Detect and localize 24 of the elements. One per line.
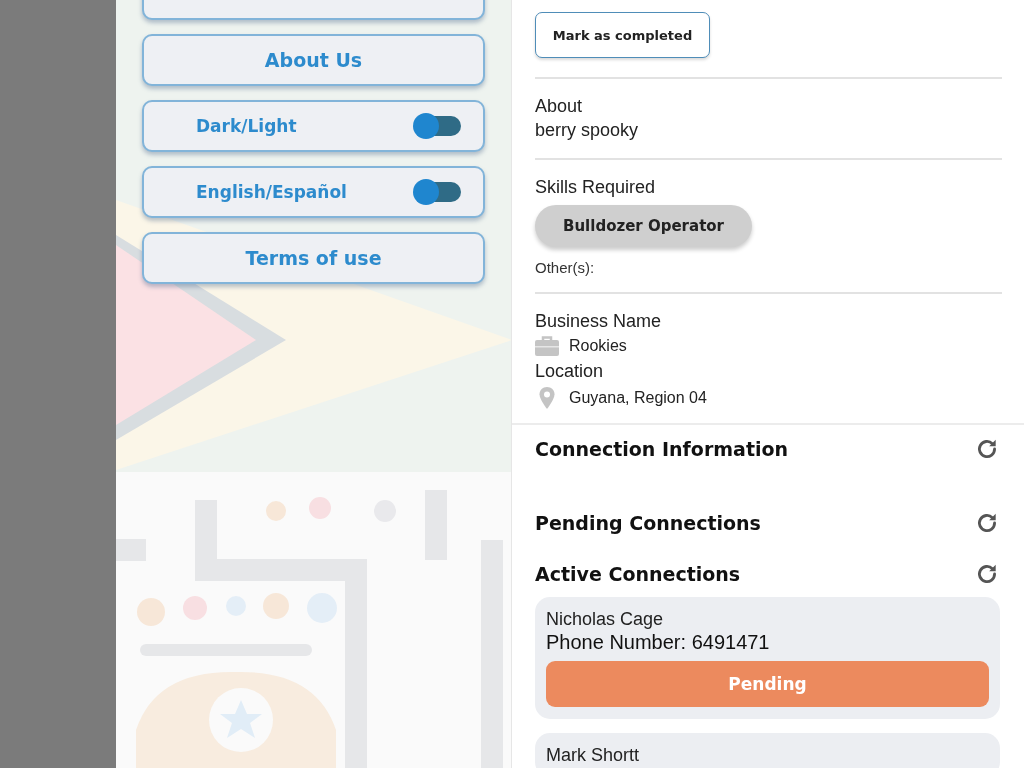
skill-chip: Bulldozer Operator bbox=[535, 205, 752, 247]
skills-label: Skills Required bbox=[535, 176, 657, 199]
menu-button[interactable]: About Us bbox=[142, 34, 485, 86]
pending-button[interactable]: Pending bbox=[546, 661, 989, 707]
toggle-switch[interactable] bbox=[415, 116, 461, 136]
toggle-switch[interactable] bbox=[415, 182, 461, 202]
briefcase-icon bbox=[535, 336, 559, 356]
location-text: Guyana, Region 04 bbox=[569, 389, 707, 407]
phone-number: Phone Number: 6491471 bbox=[546, 630, 771, 655]
business-name: Rookies bbox=[569, 337, 627, 355]
toggle-label: English/Español bbox=[196, 182, 347, 202]
location-label: Location bbox=[535, 360, 605, 383]
contact-name: Nicholas Cage bbox=[546, 609, 665, 629]
toggle-label: Dark/Light bbox=[196, 116, 297, 136]
contact-name: Mark Shortt bbox=[546, 745, 641, 765]
section-title: Pending Connections bbox=[535, 512, 761, 534]
about-text: berry spooky bbox=[535, 119, 640, 142]
mark-completed-button[interactable]: Mark as completed bbox=[535, 12, 710, 58]
section-title: Active Connections bbox=[535, 563, 741, 585]
menu-button[interactable]: Terms of use bbox=[142, 232, 485, 284]
business-label: Business Name bbox=[535, 310, 663, 333]
others-label: Other(s): bbox=[535, 259, 596, 276]
section-title: Connection Information bbox=[535, 438, 789, 460]
about-label: About bbox=[535, 95, 584, 118]
